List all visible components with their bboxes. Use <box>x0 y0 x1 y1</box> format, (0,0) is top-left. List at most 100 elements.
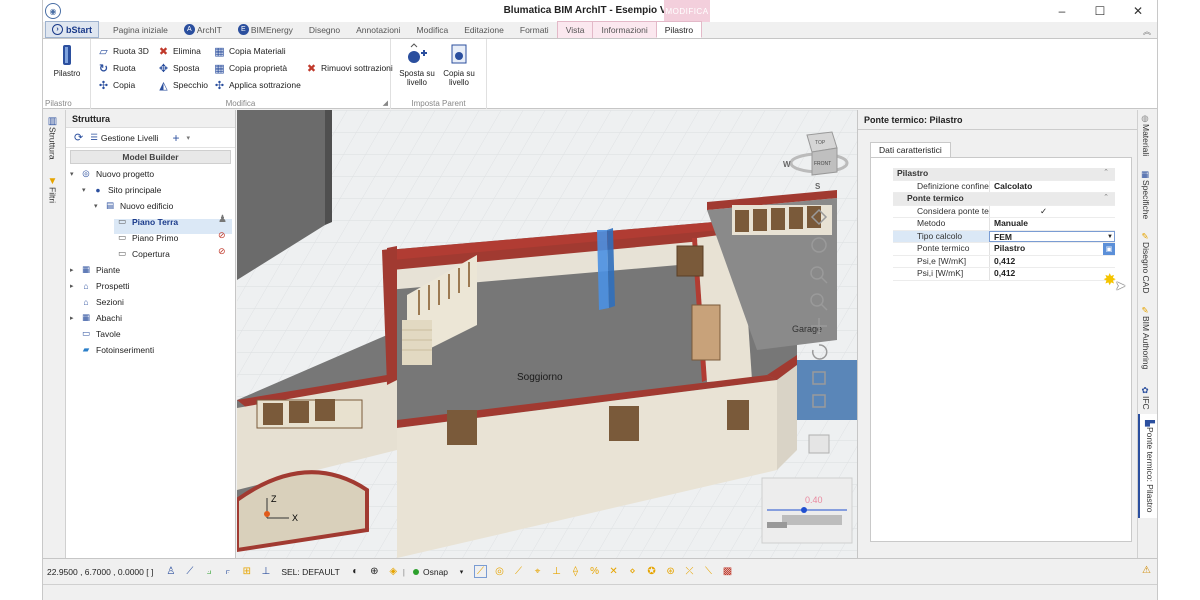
copia-su-livello-button[interactable]: Copia su livello <box>439 43 479 87</box>
navcube-front-label[interactable]: FRONT <box>814 161 831 167</box>
ortho-icon[interactable]: ⟋ <box>183 565 196 578</box>
snap-intersection-icon[interactable]: ✕ <box>607 565 620 578</box>
tab-vista[interactable]: Vista <box>556 21 594 38</box>
tab-modifica[interactable]: Modifica <box>409 21 457 38</box>
gestione-livelli-button[interactable]: ☰ Gestione Livelli <box>90 132 165 143</box>
snap-grid-icon[interactable]: ▩ <box>721 565 734 578</box>
tab-informazioni[interactable]: Informazioni <box>593 21 656 38</box>
tab-bimenergy[interactable]: E BIMEnergy <box>230 21 301 38</box>
snap-center-icon[interactable]: ◎ <box>493 565 506 578</box>
specchio-button[interactable]: ◭ Specchio <box>157 77 208 93</box>
expanded-arrow-icon[interactable]: ▾ <box>70 170 80 178</box>
side-tab-disegno-cad[interactable]: ✎ Disegno CAD <box>1141 232 1151 294</box>
collapsed-arrow-icon[interactable]: ▸ <box>70 266 80 274</box>
dynamic-input-icon[interactable]: ⊞ <box>240 565 253 578</box>
snap-insertion-icon[interactable]: ⊛ <box>664 565 677 578</box>
snap-percent-icon[interactable]: % <box>588 565 601 578</box>
applica-sottrazione-button[interactable]: ✣ Applica sottrazione <box>213 77 301 93</box>
warning-icon[interactable]: ⚠ <box>1142 565 1151 576</box>
chevron-up-icon[interactable]: ⌃ <box>1103 193 1109 201</box>
copia-proprieta-button[interactable]: ▦ Copia proprietà <box>213 60 287 76</box>
minimize-button[interactable]: – <box>1043 0 1081 22</box>
navcube-top-label[interactable]: TOP <box>815 140 826 146</box>
ruota-button[interactable]: ↻ Ruota <box>97 60 136 76</box>
snap-endpoint-icon[interactable]: ⟋ <box>474 565 488 578</box>
tab-pilastro[interactable]: Pilastro <box>655 21 703 38</box>
collapsed-arrow-icon[interactable]: ▸ <box>70 282 80 290</box>
tree-node-piano-primo[interactable]: ▭ Piano Primo <box>116 230 178 245</box>
collapsed-arrow-icon[interactable]: ▸ <box>70 314 80 322</box>
prop-row-considera-ponte[interactable]: Considera ponte termico✓ <box>893 205 1115 218</box>
tree-node-sito-principale[interactable]: ▾ ● Sito principale <box>82 182 161 197</box>
tracking-icon[interactable]: ⟔ <box>221 565 234 578</box>
tree-node-prospetti[interactable]: ▸ ⌂ Prospetti <box>70 278 130 293</box>
3d-model-drawing[interactable]: Soggiorno Garage Z X TOP FRONT W S 0.40 <box>237 110 858 558</box>
tree-node-abachi[interactable]: ▸ ▦ Abachi <box>70 310 122 325</box>
prop-row-definizione-confine[interactable]: Definizione confine Calcolato <box>893 180 1115 193</box>
tab-archit[interactable]: A ArchIT <box>176 21 230 38</box>
snap-quadrant-icon[interactable]: ⌖ <box>531 565 544 578</box>
add-icon[interactable]: + <box>172 131 179 145</box>
rimuovi-sottrazioni-button[interactable]: ✖ Rimuovi sottrazioni <box>305 60 393 76</box>
tab-annotazioni[interactable]: Annotazioni <box>348 21 408 38</box>
snap-node-icon[interactable]: ⋄ <box>626 565 639 578</box>
copia-button[interactable]: ✣ Copia <box>97 77 135 93</box>
snap-extension-icon[interactable]: ⤫ <box>683 565 696 578</box>
side-tab-bim-authoring[interactable]: ✎ BIM Authoring <box>1141 306 1151 369</box>
osnap-toggle[interactable]: Osnap <box>412 567 448 577</box>
tree-node-nuovo-progetto[interactable]: ▾ ◎ Nuovo progetto <box>70 166 154 181</box>
sposta-su-livello-button[interactable]: Sposta su livello <box>397 43 437 87</box>
snap-person-icon[interactable]: ♙ <box>164 565 177 578</box>
tree-node-piano-terra[interactable]: ▭ Piano Terra <box>116 214 178 229</box>
side-tab-specifiche[interactable]: ▦ Specifiche <box>1141 170 1151 219</box>
selected-column[interactable] <box>597 230 609 310</box>
render-image-icon[interactable] <box>808 434 830 454</box>
expanded-arrow-icon[interactable]: ▾ <box>82 186 92 194</box>
zoom-window-icon[interactable]: ⊕ <box>368 565 381 578</box>
prop-row-psi-e[interactable]: Psi,e [W/mK] 0,412 <box>893 255 1115 268</box>
hidden-eye-icon[interactable]: ⊘ <box>218 230 226 241</box>
tab-disegno[interactable]: Disegno <box>301 21 348 38</box>
copia-materiali-button[interactable]: ▦ Copia Materiali <box>213 43 285 59</box>
thermal-bridge-picker-icon[interactable]: ▣ <box>1103 243 1115 255</box>
dropdown-arrow-icon[interactable]: ▼ <box>1105 231 1115 243</box>
osnap-dropdown-icon[interactable]: ▾ <box>455 565 468 578</box>
prop-row-tipo-calcolo[interactable]: Tipo calcolo FEM ▼ <box>893 230 1115 243</box>
sposta-button[interactable]: ✥ Sposta <box>157 60 200 76</box>
snap-midpoint-icon[interactable]: ⟋ <box>512 565 525 578</box>
3d-viewport[interactable]: Soggiorno Garage Z X TOP FRONT W S 0.40 <box>237 110 858 558</box>
close-button[interactable]: ✕ <box>1119 0 1157 22</box>
chevron-up-icon[interactable]: ⌃ <box>1103 168 1109 176</box>
active-level-icon[interactable]: ♟ <box>218 214 227 225</box>
side-tab-ponte-termico[interactable]: ▙ Ponte termico: Pilastro <box>1138 414 1157 519</box>
level-icon[interactable]: ⊥ <box>259 565 272 578</box>
tipo-calcolo-select[interactable]: FEM <box>989 230 1115 242</box>
tab-formati[interactable]: Formati <box>512 21 557 38</box>
snap-perpendicular-icon[interactable]: ⊥ <box>550 565 563 578</box>
visual-style-icon[interactable]: ◈ <box>387 565 400 578</box>
maximize-button[interactable]: ☐ <box>1081 0 1119 22</box>
prop-row-metodo[interactable]: Metodo Manuale <box>893 218 1115 231</box>
prop-row-ponte-termico[interactable]: Ponte termico Pilastro ▣ <box>893 243 1115 256</box>
hidden-eye-icon[interactable]: ⊘ <box>218 246 226 257</box>
side-tab-ifc[interactable]: ✿ IFC <box>1141 386 1151 410</box>
tree-node-piante[interactable]: ▸ ▦ Piante <box>70 262 120 277</box>
snap-tangent-icon[interactable]: ⟠ <box>569 565 582 578</box>
section-pilastro[interactable]: Pilastro ⌃ <box>893 168 1115 181</box>
ruota3d-button[interactable]: ▱ Ruota 3D <box>97 43 149 59</box>
tab-dati-caratteristici[interactable]: Dati caratteristici <box>870 142 951 158</box>
tree-node-copertura[interactable]: ▭ Copertura <box>116 246 170 261</box>
navcube-west-label[interactable]: W <box>783 160 791 169</box>
pilastro-button[interactable]: Pilastro <box>49 43 85 78</box>
navcube-south-label[interactable]: S <box>815 182 821 191</box>
tab-bstart[interactable]: › bStart <box>45 21 100 38</box>
tree-node-sezioni[interactable]: ⌂ Sezioni <box>80 294 123 309</box>
section-ponte-termico[interactable]: Ponte termico ⌃ <box>893 193 1115 206</box>
expanded-arrow-icon[interactable]: ▾ <box>94 202 104 210</box>
tree-node-tavole[interactable]: ▭ Tavole <box>80 326 121 341</box>
selection-filter[interactable]: SEL: DEFAULT <box>281 567 339 577</box>
elimina-button[interactable]: ✖ Elimina <box>157 43 201 59</box>
dropdown-arrow-icon[interactable]: ▾ <box>187 134 191 142</box>
polar-icon[interactable]: ⟓ <box>202 565 215 578</box>
tab-editazione[interactable]: Editazione <box>456 21 512 38</box>
